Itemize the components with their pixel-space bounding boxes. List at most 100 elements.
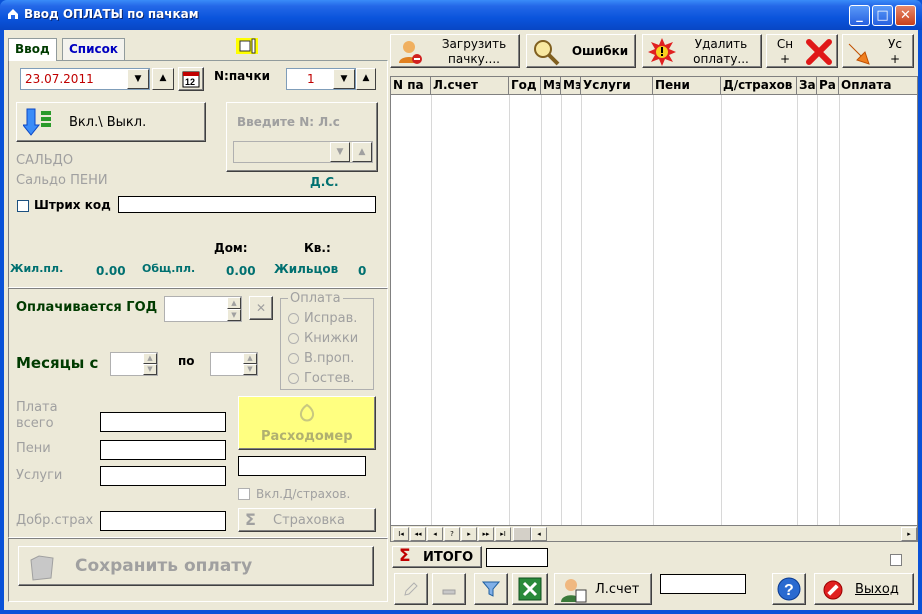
barcode-checkbox[interactable]	[17, 200, 29, 212]
sigma-total-icon: Σ	[399, 546, 411, 566]
help-icon: ?	[777, 577, 801, 601]
excel-button[interactable]	[512, 573, 548, 605]
grid-col-services[interactable]: Услуги	[581, 77, 653, 95]
pack-up-icon[interactable]: ▲	[356, 68, 376, 90]
month-to-input[interactable]: ▲ ▼	[210, 352, 258, 376]
nav-next-button[interactable]: ▸	[461, 527, 477, 541]
scroll-right-button[interactable]: ▸	[901, 527, 917, 541]
help-glyph: ?	[784, 582, 794, 599]
nav-last-button[interactable]: ▸I	[495, 527, 511, 541]
peni-input[interactable]	[100, 440, 226, 460]
tab-list[interactable]: Список	[62, 38, 126, 60]
load-label-1: Загрузить	[441, 37, 507, 51]
payment-radio-3[interactable]	[288, 353, 299, 364]
filter-icon	[481, 581, 501, 597]
nav-prev-page-button[interactable]: ◂◂	[410, 527, 426, 541]
payment-radio-4[interactable]	[288, 373, 299, 384]
scroll-thumb[interactable]	[513, 527, 531, 541]
month-from-up-icon[interactable]: ▲	[143, 353, 157, 364]
date-up-icon[interactable]: ▲	[152, 68, 174, 90]
help-button[interactable]: ?	[772, 573, 806, 605]
pack-combo[interactable]: 1 ▼	[286, 68, 356, 90]
app-icon	[8, 9, 18, 19]
minimize-button[interactable]: _	[849, 5, 870, 26]
maximize-button[interactable]: □	[872, 5, 893, 26]
payment-radio-1[interactable]	[288, 313, 299, 324]
delete-payment-button[interactable]: Удалить оплату...	[642, 34, 762, 68]
pay-total-input[interactable]	[100, 412, 226, 432]
grid-col-m1[interactable]: Мэ	[541, 77, 561, 95]
pack-dropdown-icon[interactable]: ▼	[333, 69, 355, 89]
app-window: Ввод ОПЛАТЫ по пачкам _ □ ✕ Ввод Список …	[0, 0, 922, 614]
cancel-plus-button[interactable]: Сн +	[766, 34, 838, 68]
sn-label-2: +	[779, 52, 791, 66]
meter-input[interactable]	[238, 456, 366, 476]
save-label: Сохранить оплату	[75, 556, 253, 576]
account-up-icon[interactable]: ▲	[352, 142, 372, 162]
grid-col-account[interactable]: Л.счет	[431, 77, 509, 95]
date-dropdown-icon[interactable]: ▼	[127, 69, 149, 89]
account-combo[interactable]: ▼ ▲	[233, 141, 373, 163]
grid-col-ra[interactable]: Ра	[817, 77, 839, 95]
close-button[interactable]: ✕	[895, 5, 916, 26]
bottom-right-checkbox[interactable]	[890, 554, 902, 566]
month-from-down-icon[interactable]: ▼	[143, 364, 157, 375]
incl-insurance-checkbox[interactable]	[238, 488, 250, 500]
filter-button[interactable]	[474, 573, 508, 605]
us-label-2: +	[889, 52, 901, 66]
payment-radio-2[interactable]	[288, 333, 299, 344]
grid-col-peni[interactable]: Пени	[653, 77, 721, 95]
nav-prev-button[interactable]: ◂	[427, 527, 443, 541]
month-to-up-icon[interactable]: ▲	[243, 353, 257, 364]
nav-first-button[interactable]: I◂	[393, 527, 409, 541]
minus-button[interactable]	[432, 573, 466, 605]
year-up-icon[interactable]: ▲	[227, 297, 241, 309]
orange-arrow-icon	[848, 43, 870, 65]
year-input[interactable]: ▲ ▼	[164, 296, 242, 322]
pack-value: 1	[307, 72, 315, 86]
tab-input[interactable]: Ввод	[8, 38, 57, 61]
title-bar[interactable]: Ввод ОПЛАТЫ по пачкам _ □ ✕	[0, 0, 922, 30]
grid-col-za[interactable]: За	[797, 77, 817, 95]
account-search-input[interactable]	[660, 574, 746, 594]
load-pack-button[interactable]: Загрузить пачку....	[390, 34, 520, 68]
clear-year-button[interactable]: ✕	[249, 296, 273, 320]
barcode-label: Штрих код	[34, 198, 111, 212]
grid-col-n[interactable]: N па	[391, 77, 431, 95]
peni-label: Пени	[16, 441, 51, 456]
total-button[interactable]: Σ ИТОГО	[392, 546, 482, 568]
meter-button[interactable]: Расходомер	[238, 396, 376, 450]
account-button[interactable]: Л.счет	[554, 573, 652, 605]
scroll-left-button[interactable]: ◂	[531, 527, 547, 541]
living-area-value: 0.00	[96, 264, 126, 278]
exit-button[interactable]: Выход	[814, 573, 914, 605]
no-entry-icon	[823, 580, 843, 600]
nav-search-button[interactable]: ?	[444, 527, 460, 541]
grid-col-year[interactable]: Год	[509, 77, 541, 95]
saldo-label: САЛЬДО	[16, 153, 74, 168]
grid-col-insurance[interactable]: Д/страхов	[721, 77, 797, 95]
services-input[interactable]	[100, 466, 226, 486]
payments-grid[interactable]: N па Л.счет Год Мэ Мэ Услуги Пени Д/стра…	[390, 76, 918, 542]
flag-checkbox[interactable]	[232, 36, 262, 56]
errors-button[interactable]: Ошибки	[526, 34, 636, 68]
vol-insurance-input[interactable]	[100, 511, 226, 531]
barcode-input[interactable]	[118, 196, 376, 213]
set-plus-button[interactable]: Ус +	[842, 34, 914, 68]
date-combo[interactable]: 23.07.2011 ▼	[20, 68, 150, 90]
account-entry-label: Введите N: Л.с	[237, 115, 340, 129]
month-from-input[interactable]: ▲ ▼	[110, 352, 158, 376]
edit-button[interactable]	[394, 573, 428, 605]
account-dropdown-icon[interactable]: ▼	[330, 142, 350, 162]
calendar-button[interactable]: 12	[178, 67, 204, 91]
grid-col-m2[interactable]: Мэ	[561, 77, 581, 95]
grid-col-payment[interactable]: Оплата	[839, 77, 917, 95]
nav-next-page-button[interactable]: ▸▸	[478, 527, 494, 541]
year-down-icon[interactable]: ▼	[227, 309, 241, 321]
grid-line	[839, 95, 840, 527]
month-to-down-icon[interactable]: ▼	[243, 364, 257, 375]
save-payment-button[interactable]: Сохранить оплату	[18, 546, 374, 586]
insurance-button[interactable]: Σ Страховка	[238, 508, 376, 532]
payment-option-4: Гостев.	[304, 371, 355, 386]
toggle-button[interactable]: Вкл.\ Выкл.	[16, 102, 206, 142]
